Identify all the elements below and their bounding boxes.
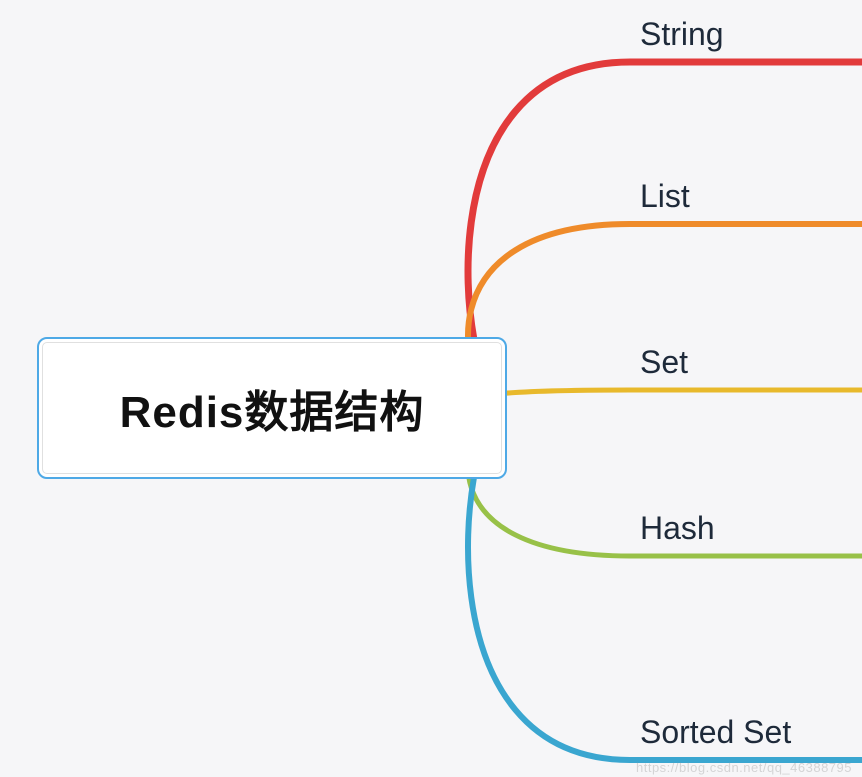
child-node-sorted-set[interactable]: Sorted Set (640, 714, 791, 751)
root-node[interactable]: Redis数据结构 (37, 337, 507, 479)
root-node-label: Redis数据结构 (120, 376, 425, 440)
watermark-text: https://blog.csdn.net/qq_46388795 (636, 760, 852, 775)
child-node-hash[interactable]: Hash (640, 510, 715, 547)
child-node-list[interactable]: List (640, 178, 690, 215)
branch-set (468, 390, 862, 408)
branch-sorted-set (468, 408, 862, 760)
child-node-string[interactable]: String (640, 16, 724, 53)
child-node-set[interactable]: Set (640, 344, 688, 381)
